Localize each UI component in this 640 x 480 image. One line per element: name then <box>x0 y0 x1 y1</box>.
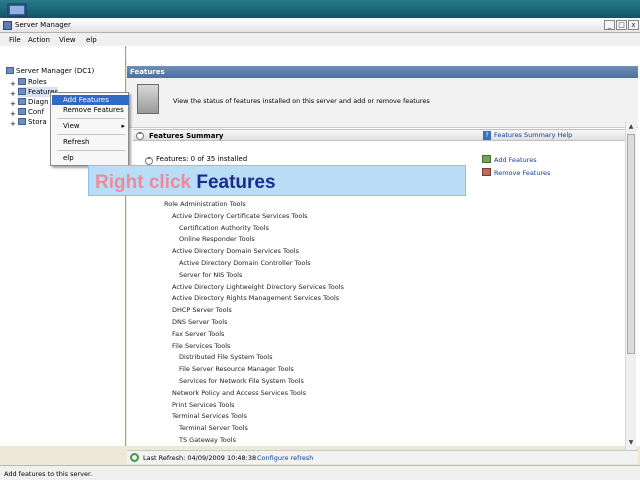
scroll-down-icon[interactable]: ▼ <box>626 438 636 448</box>
context-separator <box>57 134 125 135</box>
feature-item: Distributed File System Tools <box>179 353 273 362</box>
feature-item: Terminal Server Tools <box>179 424 248 433</box>
features-summary-help-link[interactable]: ? Features Summary Help <box>483 131 572 140</box>
summary-title: Features Summary <box>149 132 224 140</box>
server-icon <box>6 67 14 74</box>
status-bar: Add features to this server. <box>0 465 640 480</box>
desktop-background <box>0 0 640 18</box>
diagnostics-icon <box>18 98 26 105</box>
menu-file[interactable]: File <box>9 36 21 44</box>
context-help[interactable]: elp <box>52 153 129 163</box>
scroll-thumb[interactable] <box>627 134 635 354</box>
feature-item: Active Directory Rights Management Servi… <box>172 294 340 303</box>
features-count: ⌃ Features: 0 of 35 installed <box>145 155 247 165</box>
feature-item: Fax Server Tools <box>172 329 225 338</box>
storage-icon <box>18 118 26 125</box>
close-button[interactable]: x <box>628 20 639 30</box>
help-link-text: Features Summary Help <box>494 131 573 139</box>
vertical-scrollbar[interactable]: ▲ ▼ <box>625 122 636 450</box>
menu-help[interactable]: elp <box>86 36 97 44</box>
feature-item: Print Services Tools <box>172 400 235 409</box>
computer-icon <box>7 3 27 17</box>
expand-icon[interactable]: + <box>10 90 16 98</box>
feature-item: Services for Network File System Tools <box>179 377 304 385</box>
window-title: Server Manager <box>15 21 71 29</box>
tree-item-label: Roles <box>28 78 47 86</box>
menu-view[interactable]: View <box>59 36 76 44</box>
feature-item: Certification Authority Tools <box>179 223 269 232</box>
features-count-text: Features: 0 of 35 installed <box>156 155 248 163</box>
feature-item: Active Directory Lightweight Directory S… <box>172 282 344 291</box>
tree-item-label: Stora <box>28 118 47 126</box>
server-manager-icon <box>3 21 12 30</box>
submenu-arrow-icon: ▸ <box>121 122 125 130</box>
refresh-icon <box>130 453 139 462</box>
expand-icon[interactable]: + <box>10 120 16 128</box>
scroll-up-icon[interactable]: ▲ <box>626 122 636 132</box>
context-view-label: View <box>63 122 80 130</box>
collapse-icon[interactable]: ⌃ <box>136 132 144 140</box>
intro-text: View the status of features installed on… <box>173 97 430 105</box>
expand-icon[interactable]: + <box>10 80 16 88</box>
feature-item: TS Gateway Tools <box>179 436 236 444</box>
context-add-features[interactable]: Add Features <box>52 95 129 105</box>
remove-features-icon <box>482 168 491 176</box>
context-menu: Add Features Remove Features View ▸ Refre… <box>50 92 129 166</box>
feature-item: Active Directory Domain Controller Tools <box>179 259 311 267</box>
context-remove-features[interactable]: Remove Features <box>52 105 129 115</box>
feature-item: DNS Server Tools <box>172 318 228 326</box>
tree-item-configuration[interactable]: Conf <box>18 107 44 117</box>
tree-item-label: Conf <box>28 108 45 116</box>
feature-item: Network Policy and Access Services Tools <box>172 388 307 397</box>
minimize-button[interactable]: _ <box>604 20 615 30</box>
features-icon <box>18 88 26 95</box>
expand-icon[interactable]: + <box>10 110 16 118</box>
add-features-link[interactable]: Add Features <box>482 155 537 164</box>
configure-refresh-link[interactable]: Configure refresh <box>257 454 313 462</box>
context-refresh[interactable]: Refresh <box>52 137 129 147</box>
collapse-icon[interactable]: ⌃ <box>145 157 153 165</box>
intro-panel: View the status of features installed on… <box>127 78 638 128</box>
help-icon: ? <box>483 131 491 140</box>
tree-item-storage[interactable]: Stora <box>18 117 47 127</box>
tree-item-roles[interactable]: Roles <box>18 77 47 87</box>
features-server-icon <box>137 84 159 114</box>
tree-item-diagnostics[interactable]: Diagn <box>18 97 49 107</box>
feature-item: Terminal Services Tools <box>172 412 248 421</box>
roles-icon <box>18 78 26 85</box>
configuration-icon <box>18 108 26 115</box>
menu-action[interactable]: Action <box>28 36 50 44</box>
title-bar: Server Manager _ □ x <box>0 18 640 33</box>
callout-action: Right click <box>95 172 192 193</box>
details-pane: Features View the status of features ins… <box>127 46 640 446</box>
feature-item: File Services Tools <box>172 341 231 350</box>
add-features-text: Add Features <box>494 156 537 164</box>
feature-item: Active Directory Certificate Services To… <box>172 211 308 220</box>
context-view[interactable]: View ▸ <box>52 121 129 131</box>
feature-item: Role Administration Tools <box>164 200 246 208</box>
tree-item-label: Diagn <box>28 98 49 106</box>
status-text: Add features to this server. <box>4 470 93 478</box>
remove-features-text: Remove Features <box>494 169 551 177</box>
tree-root[interactable]: Server Manager (DC1) <box>6 66 94 76</box>
expand-icon[interactable]: + <box>10 100 16 108</box>
page-title: Features <box>127 66 638 78</box>
last-refresh-text: Last Refresh: 04/09/2009 10:48:38 <box>143 454 257 462</box>
add-features-icon <box>482 155 491 163</box>
feature-item: Online Responder Tools <box>179 235 255 244</box>
feature-item: DHCP Server Tools <box>172 306 232 315</box>
feature-item: Server for NIS Tools <box>179 270 243 279</box>
callout-target: Features <box>196 172 276 193</box>
feature-item: Active Directory Domain Services Tools <box>172 247 299 256</box>
callout-text: Right click Features <box>95 172 276 194</box>
tree-root-label: Server Manager (DC1) <box>16 67 95 75</box>
remove-features-link[interactable]: Remove Features <box>482 168 550 177</box>
context-separator <box>57 150 125 151</box>
instruction-callout: Right click Features <box>88 165 466 196</box>
refresh-bar: Last Refresh: 04/09/2009 10:48:38 Config… <box>127 450 638 464</box>
feature-item: File Server Resource Manager Tools <box>179 365 294 374</box>
maximize-button[interactable]: □ <box>616 20 627 30</box>
context-separator <box>57 118 125 119</box>
